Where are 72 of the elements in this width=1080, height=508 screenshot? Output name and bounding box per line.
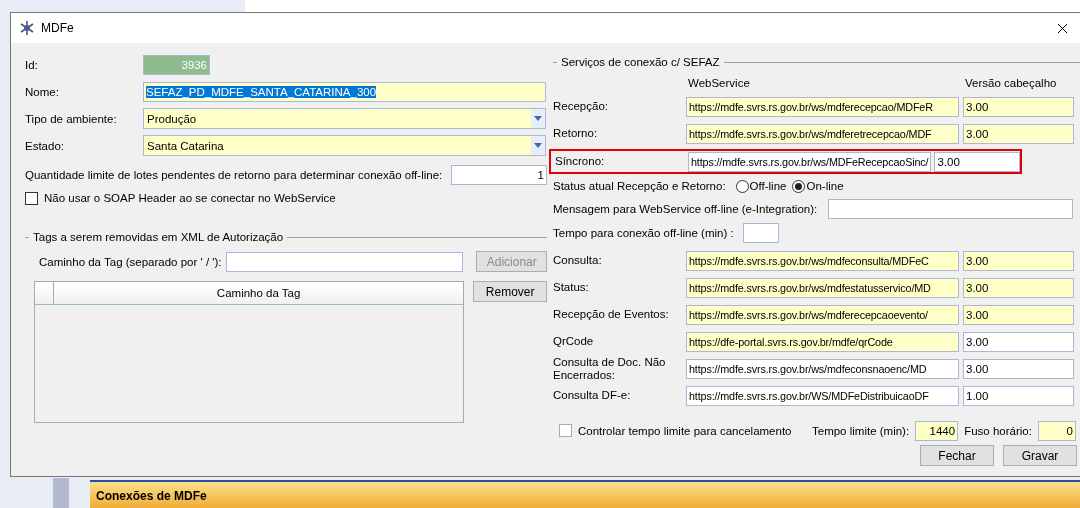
field-label: Quantidade limite de lotes pendentes de retorno para determinar conexão off-line: — [25, 168, 443, 181]
url-field[interactable]: https://mdfe.svrs.rs.gov.br/ws/mdferecepcao/MDFeR — [686, 96, 959, 117]
field-label: Fuso horário: — [964, 424, 1032, 437]
version-field[interactable]: 3.00 — [963, 277, 1074, 298]
save-button[interactable]: Gravar — [1003, 445, 1077, 466]
field-label: Nome: — [25, 85, 60, 98]
url-field[interactable]: https://mdfe.svrs.rs.gov.br/ws/mdfestatusservico/MD — [686, 277, 959, 298]
version-field[interactable]: 3.00 — [963, 96, 1074, 117]
url-field[interactable]: https://mdfe.svrs.rs.gov.br/ws/mdfeconsnaoenc/MD — [686, 358, 959, 379]
url-field[interactable]: https://mdfe.svrs.rs.gov.br/WS/MDFeDistribuicaoDF — [686, 385, 959, 406]
checkbox-label: Não usar o SOAP Header ao se conectar no WebService — [44, 192, 336, 204]
limit-field[interactable]: 1 — [451, 164, 547, 185]
radio-button[interactable] — [735, 179, 749, 193]
field-label: Consulta DF-e: — [553, 389, 632, 402]
field-label: Estado: — [25, 139, 65, 152]
name-field[interactable]: SEFAZ_PD_MDFE_SANTA_CATARINA_300 — [143, 81, 546, 102]
field-label: Consulta de Doc. Não Encerrados: — [553, 355, 667, 382]
field-label: Tempo para conexão off-line (min) : — [553, 227, 735, 239]
dropdown-arrow-icon — [534, 116, 542, 121]
column-header: Versão cabeçalho — [965, 77, 1057, 89]
checkbox[interactable] — [559, 424, 572, 437]
version-field[interactable]: 3.00 — [963, 331, 1074, 352]
field-label: Recepção: — [553, 100, 609, 113]
url-field[interactable]: https://mdfe.svrs.rs.gov.br/ws/mdferetrecepcao/MDF — [686, 123, 959, 144]
radio-button[interactable] — [792, 179, 806, 193]
url-field[interactable]: https://mdfe.svrs.rs.gov.br/ws/mdfeconsulta/MDFeC — [686, 250, 959, 271]
version-field[interactable]: 3.00 — [963, 304, 1074, 325]
field-label: Status: — [553, 281, 590, 294]
url-field[interactable]: https://mdfe.svrs.rs.gov.br/ws/MDFeRecepcaoSinc/ — [688, 151, 932, 172]
background-strip — [53, 478, 69, 508]
radio-label: On-line — [806, 180, 844, 192]
time-limit-field[interactable]: 1440 — [915, 420, 959, 441]
field-label: Consulta: — [553, 254, 603, 267]
version-field[interactable]: 3.00 — [934, 151, 1020, 172]
field-label: Status atual Recepção e Retorno: — [553, 180, 726, 192]
url-field[interactable]: https://mdfe.svrs.rs.gov.br/ws/mdferecepcaoevento/ — [686, 304, 959, 325]
field-label: QrCode — [553, 335, 595, 348]
column-header: Caminho da Tag — [215, 286, 302, 301]
field-label: Recepção de Eventos: — [553, 308, 670, 321]
message-field[interactable] — [828, 199, 1073, 219]
dropdown[interactable]: Produção — [143, 108, 546, 129]
remove-button[interactable]: Remover — [473, 281, 547, 302]
id-field: 3936 — [143, 54, 210, 75]
field-label: Caminho da Tag (separado por ' / '): — [39, 255, 222, 268]
field-label: Síncrono: — [555, 155, 606, 168]
checkbox-label: Controlar tempo limite para cancelamento — [578, 424, 793, 437]
window-title: MDFe — [41, 21, 74, 35]
version-field[interactable]: 3.00 — [963, 358, 1074, 379]
field-label: Mensagem para WebService off-line (e-Integration): — [553, 203, 819, 215]
field-label: Retorno: — [553, 127, 599, 140]
tag-path-field[interactable] — [225, 251, 463, 272]
version-field[interactable]: 1.00 — [963, 385, 1074, 406]
version-field[interactable]: 3.00 — [963, 250, 1074, 271]
field-label: Tipo de ambiente: — [25, 112, 118, 125]
radio-label: Off-line — [749, 180, 787, 192]
group-title: Tags a serem removidas em XML de Autorização — [33, 231, 284, 243]
dropdown-arrow-icon — [534, 143, 542, 148]
field-label: Id: — [25, 58, 39, 71]
name-value: SEFAZ_PD_MDFE_SANTA_CATARINA_300 — [146, 85, 377, 98]
panel-title: Conexões de MDFe — [96, 489, 207, 503]
column-header: WebService — [687, 77, 751, 89]
close-icon — [1056, 22, 1068, 34]
url-field[interactable]: https://dfe-portal.svrs.rs.gov.br/mdfe/qrCode — [686, 331, 959, 352]
close-dialog-button[interactable]: Fechar — [920, 445, 994, 466]
version-field[interactable]: 3.00 — [963, 123, 1074, 144]
timezone-field[interactable]: 0 — [1037, 420, 1076, 441]
field-label: Tempo limite (min): — [812, 424, 910, 437]
dropdown[interactable]: Santa Catarina — [143, 135, 546, 156]
app-icon — [19, 20, 35, 36]
checkbox[interactable] — [25, 191, 38, 205]
group-title: Serviços de conexão c/ SEFAZ — [561, 56, 720, 68]
offline-time-field[interactable] — [743, 223, 779, 243]
